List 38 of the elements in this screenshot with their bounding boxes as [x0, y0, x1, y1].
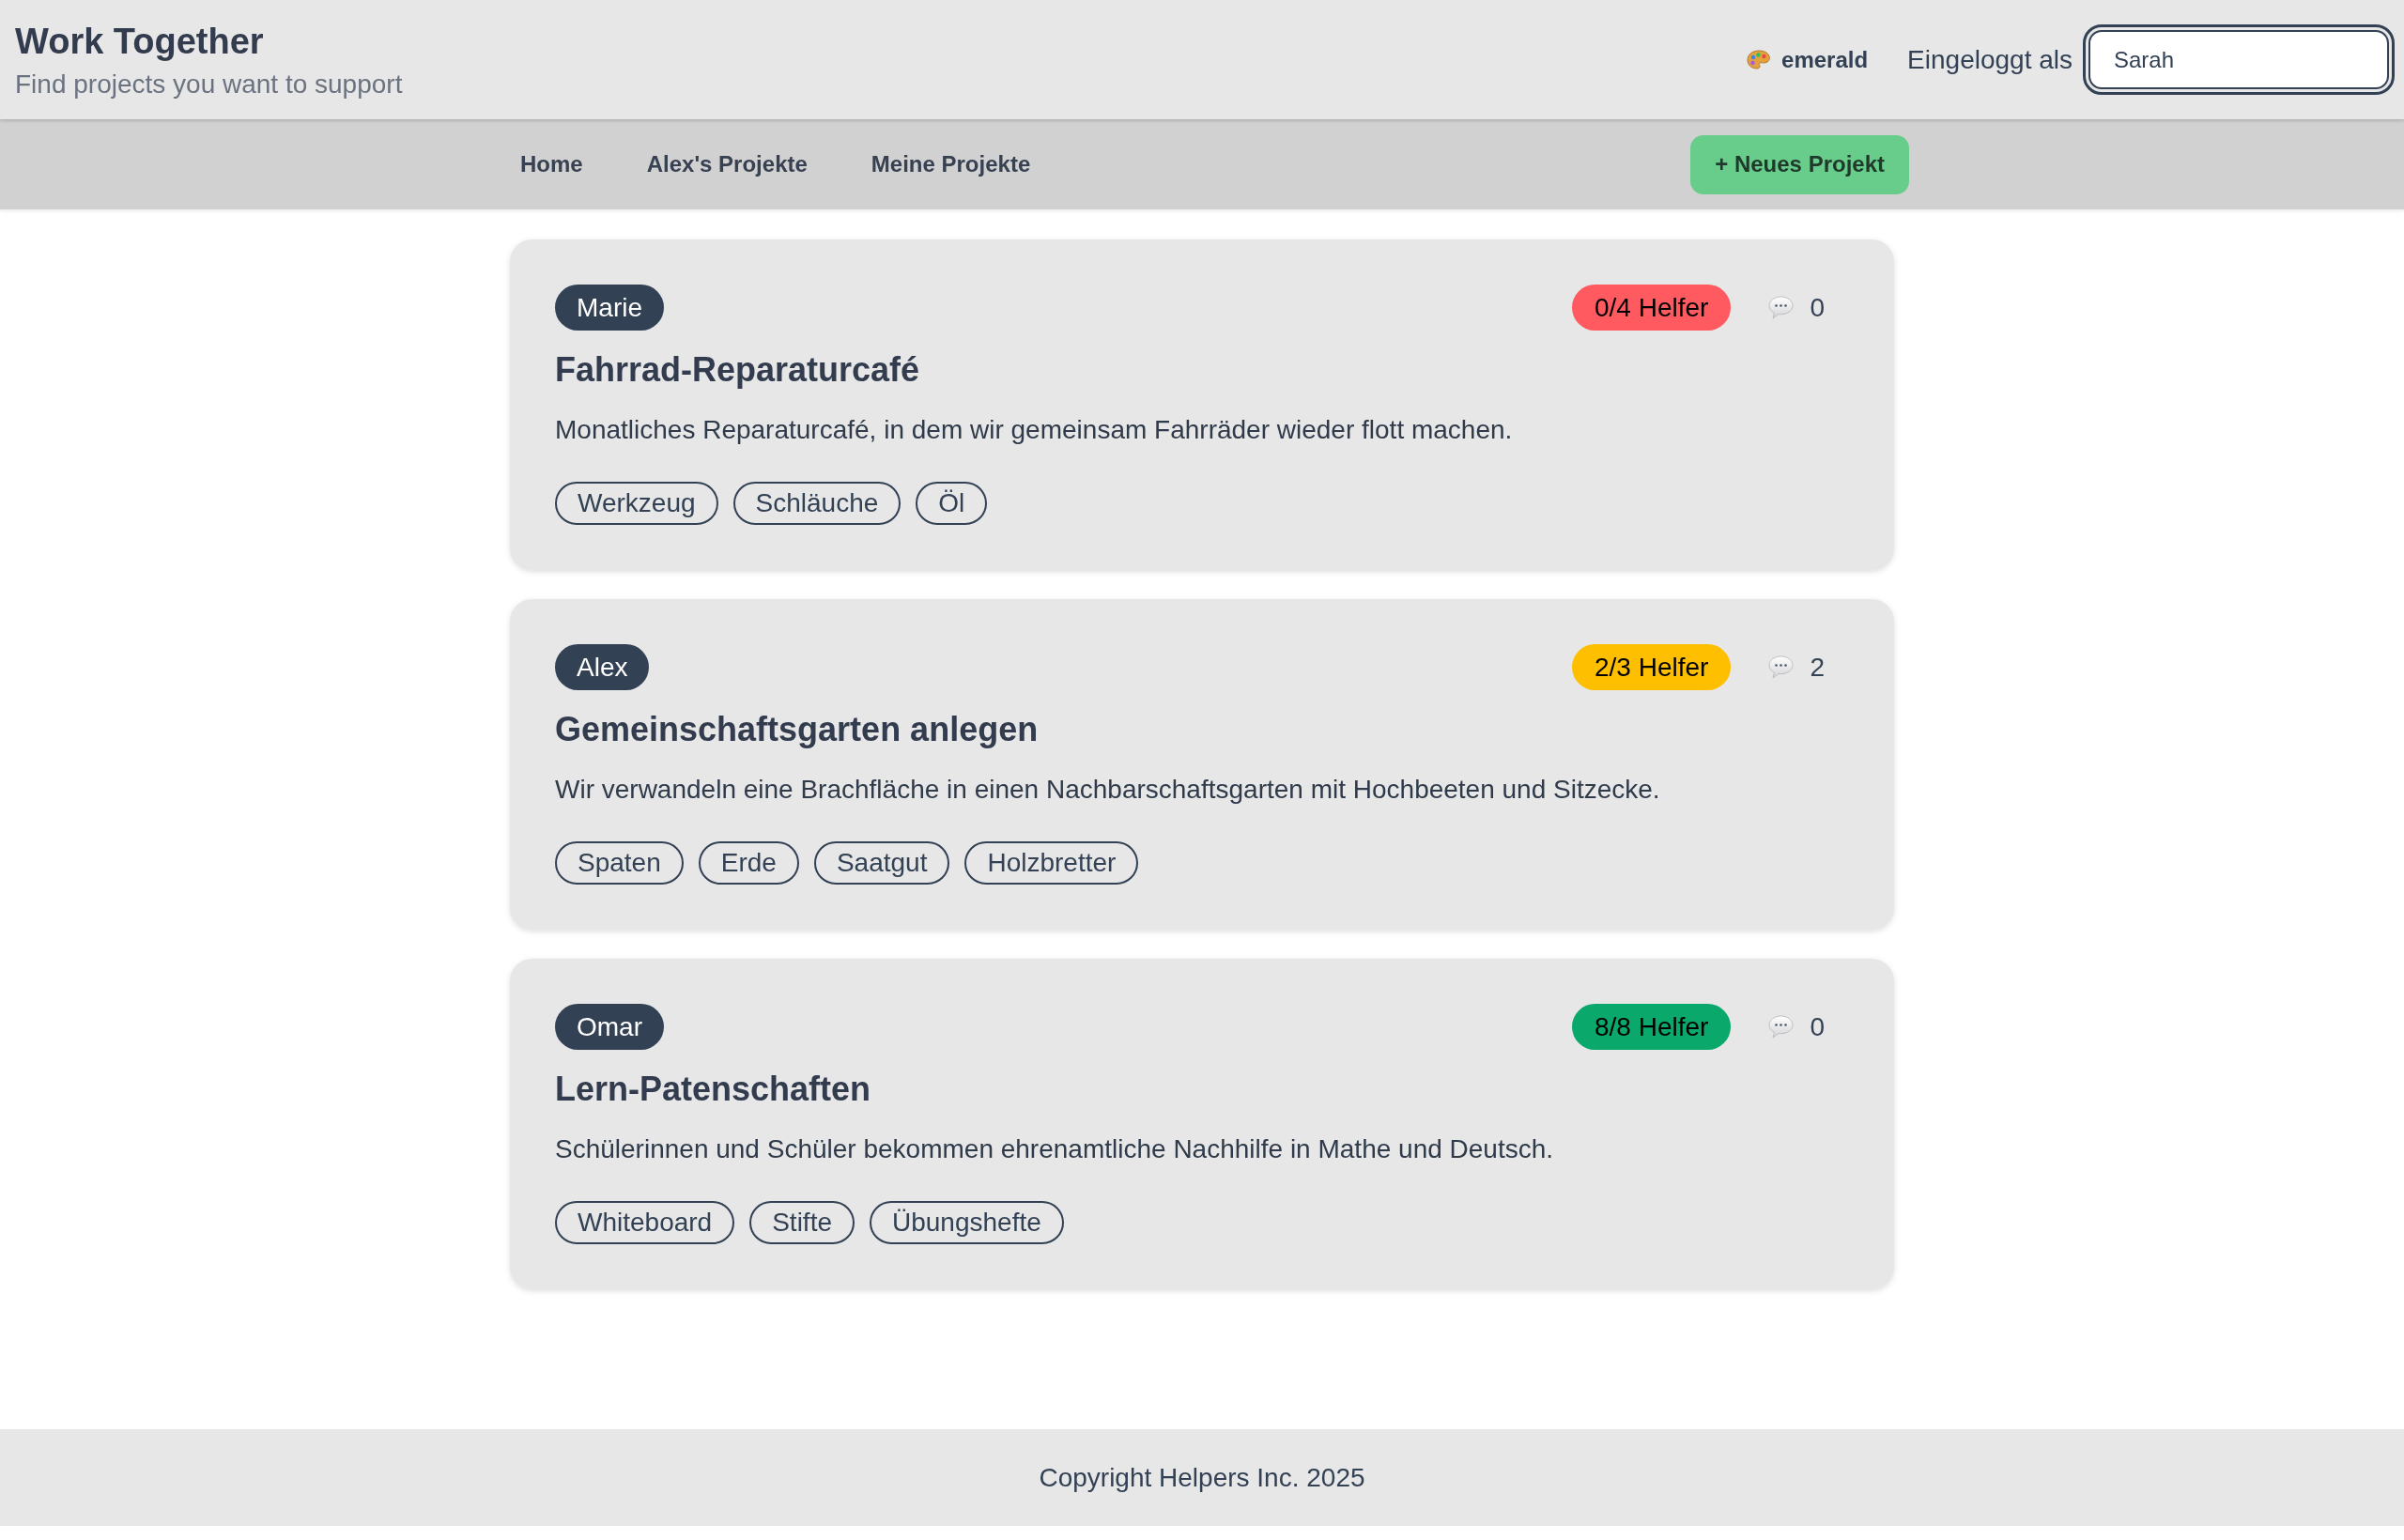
speech-bubble-icon: [1768, 296, 1795, 319]
nav-link[interactable]: Alex's Projekte: [614, 147, 840, 181]
speech-bubble-icon: [1768, 655, 1795, 679]
login-label: Eingeloggt als: [1907, 43, 2073, 76]
material-tag: Saatgut: [813, 841, 950, 885]
project-description: Monatliches Reparaturcafé, in dem wir gemeinsam Fahrräder wieder flott machen.: [555, 414, 1514, 446]
project-description: Wir verwandeln eine Brachfläche in einen Nachbarschaftsgarten mit Hochbeeten und Sitzecke.: [555, 774, 1661, 806]
material-tag: Erde: [698, 841, 799, 885]
theme-button[interactable]: emerald: [1747, 42, 1869, 77]
project-title: Fahrrad-Reparaturcafé: [555, 349, 921, 391]
project-title: Gemeinschaftsgarten anlegen: [555, 709, 1040, 750]
project-title: Lern-Patenschaften: [555, 1069, 872, 1110]
material-tag: Whiteboard: [555, 1201, 735, 1244]
nav-link[interactable]: Home: [488, 147, 615, 181]
helper-count-badge: 0/4 Helfer: [1572, 285, 1732, 331]
nav-link[interactable]: Meine Projekte: [839, 147, 1063, 181]
comment-count: 0: [1810, 1010, 1825, 1043]
copyright-text: Copyright Helpers Inc. 2025: [1039, 1461, 1365, 1494]
material-tag: Holzbretter: [964, 841, 1139, 885]
comment-count: 0: [1810, 291, 1825, 324]
author-badge: Marie: [555, 285, 664, 331]
project-description: Schülerinnen und Schüler bekommen ehrenamtliche Nachhilfe in Mathe und Deutsch.: [555, 1133, 1555, 1165]
material-tag: Übungshefte: [870, 1201, 1064, 1244]
author-badge: Omar: [555, 1004, 664, 1050]
app-title: Work Together: [15, 20, 265, 63]
speech-bubble-icon: [1768, 1015, 1795, 1039]
helper-count-badge: 2/3 Helfer: [1572, 644, 1732, 690]
material-tag: Werkzeug: [555, 482, 718, 525]
palette-icon: [1747, 49, 1772, 70]
material-tag: Öl: [916, 482, 988, 525]
material-tag: Schläuche: [732, 482, 902, 525]
material-tag: Stifte: [749, 1201, 855, 1244]
app-subtitle: Find projects you want to support: [15, 68, 403, 100]
new-project-button[interactable]: + Neues Projekt: [1690, 134, 1909, 194]
comment-count: 2: [1810, 651, 1825, 684]
material-tag: Spaten: [555, 841, 684, 885]
helper-count-badge: 8/8 Helfer: [1572, 1004, 1732, 1050]
author-badge: Alex: [555, 644, 650, 690]
